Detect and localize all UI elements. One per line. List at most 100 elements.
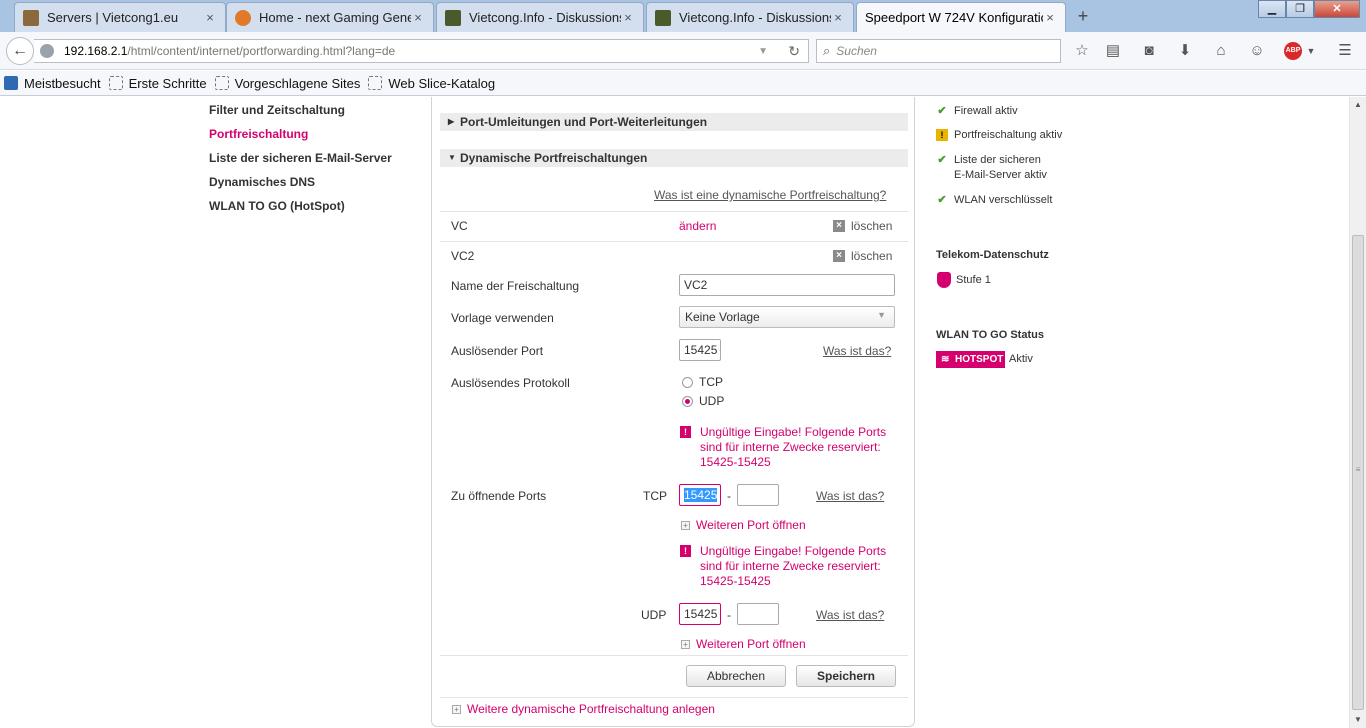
udp-help-link[interactable]: Was ist das? <box>816 608 884 622</box>
chevron-down-icon: ▼ <box>877 310 886 320</box>
section-dynamic-ports[interactable]: ▼ Dynamische Portfreischaltungen <box>440 149 908 167</box>
tab-bar: Servers | Vietcong1.eu × Home - next Gam… <box>0 0 1366 32</box>
add-dynamic-port-link[interactable]: + Weitere dynamische Portfreischaltung a… <box>452 702 715 716</box>
udp-to-input[interactable] <box>737 603 779 625</box>
status-portfreischaltung: ! Portfreischaltung aktiv <box>936 128 1062 143</box>
bookmark-erste-schritte[interactable]: Erste Schritte <box>108 75 207 91</box>
address-bar[interactable]: 192.168.2.1/html/content/internet/portfo… <box>34 39 809 63</box>
reading-list-icon[interactable]: ▤ <box>1103 41 1123 61</box>
udp-error-message: ! Ungültige Eingabe! Folgende Ports sind… <box>680 544 895 589</box>
trigger-port-input[interactable]: 15425 <box>679 339 721 361</box>
bookmark-star-icon[interactable]: ☆ <box>1072 41 1092 61</box>
check-icon: ✔ <box>937 105 947 117</box>
status-text: E-Mail-Server aktiv <box>954 169 1047 181</box>
tab-title: Home - next Gaming Gene... <box>259 10 411 25</box>
trigger-port-help-link[interactable]: Was ist das? <box>823 344 891 358</box>
hamburger-menu-icon[interactable]: ☰ <box>1335 41 1355 61</box>
dynamic-port-panel: ▶ Port-Umleitungen und Port-Weiterleitun… <box>431 97 915 727</box>
scroll-up-icon[interactable]: ▲ <box>1350 97 1366 113</box>
download-icon[interactable]: ⬇ <box>1175 41 1195 61</box>
udp-more-ports-link[interactable]: + Weiteren Port öffnen <box>681 637 806 651</box>
radio-label: UDP <box>699 394 725 408</box>
warning-icon: ! <box>936 129 948 141</box>
bookmark-web-slice[interactable]: Web Slice-Katalog <box>368 76 495 91</box>
adblock-menu-icon[interactable]: ▼ <box>1301 41 1321 61</box>
status-text: Liste der sicheren <box>954 154 1041 166</box>
url-path: /html/content/internet/portforwarding.ht… <box>127 44 396 58</box>
status-firewall: ✔ Firewall aktiv <box>936 104 1017 119</box>
sidebar-item-dyndns[interactable]: Dynamisches DNS <box>209 175 315 189</box>
name-input[interactable]: VC2 <box>679 274 895 296</box>
close-tab-icon[interactable]: × <box>831 10 845 25</box>
vertical-scrollbar[interactable]: ▲ ≡ ▼ <box>1349 97 1366 728</box>
tab-speedport[interactable]: Speedport W 724V Konfiguratio... × <box>856 2 1066 32</box>
new-tab-button[interactable]: + <box>1073 6 1093 26</box>
status-text: Portfreischaltung aktiv <box>954 129 1063 141</box>
edit-vc-link[interactable]: ändern <box>679 219 716 233</box>
reload-icon[interactable]: ↻ <box>788 43 800 60</box>
close-tab-icon[interactable]: × <box>621 10 635 25</box>
plus-icon: + <box>452 704 461 714</box>
protocol-tcp-radio[interactable]: TCP <box>682 375 723 389</box>
chat-icon[interactable]: ☺ <box>1247 41 1267 61</box>
soldier-favicon-icon <box>23 9 39 26</box>
entry-name-vc2: VC2 <box>451 249 475 263</box>
window-controls: ▁ ❐ ✕ <box>1258 0 1360 18</box>
error-line: sind für interne Zwecke reserviert: <box>700 559 881 573</box>
tcp-help-link[interactable]: Was ist das? <box>816 489 884 503</box>
scroll-down-icon[interactable]: ▼ <box>1350 712 1366 728</box>
divider <box>440 211 908 212</box>
tab-servers-vietcong[interactable]: Servers | Vietcong1.eu × <box>14 2 226 32</box>
help-dynamic-link[interactable]: Was ist eine dynamische Portfreischaltun… <box>654 188 886 202</box>
close-window-icon[interactable]: ✕ <box>1314 0 1360 18</box>
wifi-icon: ≋ <box>941 354 950 365</box>
dropdown-arrow-icon[interactable]: ▼ <box>758 46 768 57</box>
bookmark-vorgeschlagene-sites[interactable]: Vorgeschlagene Sites <box>214 76 360 91</box>
maximize-icon[interactable]: ❐ <box>1286 0 1314 18</box>
adblock-icon[interactable]: ABP <box>1284 42 1302 60</box>
tab-title: Servers | Vietcong1.eu <box>47 10 179 25</box>
error-line: sind für interne Zwecke reserviert: <box>700 440 881 454</box>
search-input[interactable]: ⌕ Suchen <box>816 39 1061 63</box>
udp-from-input[interactable]: 15425 <box>679 603 721 625</box>
status-text: WLAN verschlüsselt <box>954 194 1053 206</box>
close-tab-icon[interactable]: × <box>1043 10 1057 25</box>
sidebar-item-portfreischaltung[interactable]: Portfreischaltung <box>209 127 308 141</box>
sidebar-item-filter[interactable]: Filter und Zeitschaltung <box>209 103 345 117</box>
grip-icon: ≡ <box>1355 465 1361 474</box>
range-dash: - <box>727 608 731 622</box>
delete-icon: × <box>833 220 845 232</box>
pocket-icon[interactable]: ◙ <box>1139 41 1159 61</box>
tcp-more-ports-link[interactable]: + Weiteren Port öffnen <box>681 518 806 532</box>
tcp-from-input[interactable]: 15425 <box>679 484 721 506</box>
tcp-to-input[interactable] <box>737 484 779 506</box>
tab-vietcong-info-2[interactable]: Vietcong.Info - Diskussions... × <box>646 2 854 32</box>
save-button[interactable]: Speichern <box>796 665 896 687</box>
page-icon <box>214 76 229 90</box>
sidebar-item-email-server[interactable]: Liste der sicheren E-Mail-Server <box>209 151 392 165</box>
delete-vc2-button[interactable]: × löschen <box>833 249 892 263</box>
home-icon[interactable]: ⌂ <box>1211 41 1231 61</box>
hotspot-label: HOTSPOT <box>955 354 1004 365</box>
privacy-level: Stufe 1 <box>956 274 991 286</box>
error-icon: ! <box>680 426 691 438</box>
cancel-button[interactable]: Abbrechen <box>686 665 786 687</box>
close-tab-icon[interactable]: × <box>203 10 217 25</box>
radio-label: TCP <box>699 375 723 389</box>
section-port-umleitungen[interactable]: ▶ Port-Umleitungen und Port-Weiterleitun… <box>440 113 908 131</box>
delete-vc-button[interactable]: × löschen <box>833 219 892 233</box>
open-ports-label: Zu öffnende Ports <box>451 489 547 503</box>
bookmark-label: Web Slice-Katalog <box>388 75 496 91</box>
tab-vietcong-info-1[interactable]: Vietcong.Info - Diskussions... × <box>436 2 644 32</box>
bookmark-label: Erste Schritte <box>128 75 207 91</box>
sidebar-item-wlan-to-go[interactable]: WLAN TO GO (HotSpot) <box>209 199 345 213</box>
bookmark-meistbesucht[interactable]: Meistbesucht <box>4 76 101 91</box>
tab-next-gaming[interactable]: Home - next Gaming Gene... × <box>226 2 434 32</box>
protocol-udp-radio[interactable]: UDP <box>682 394 724 408</box>
back-button[interactable]: ← <box>6 37 34 65</box>
minimize-icon[interactable]: ▁ <box>1258 0 1286 18</box>
template-select[interactable]: Keine Vorlage ▼ <box>679 306 895 328</box>
close-tab-icon[interactable]: × <box>411 10 425 25</box>
more-ports-label: Weiteren Port öffnen <box>696 637 806 651</box>
triangle-right-icon: ▶ <box>448 117 455 126</box>
